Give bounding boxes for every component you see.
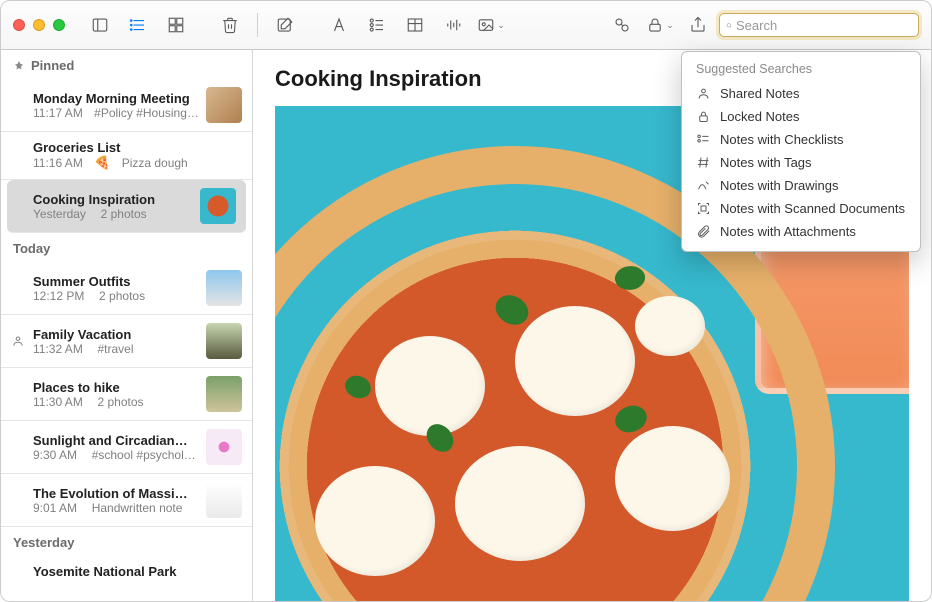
suggested-search-drawings[interactable]: Notes with Drawings (682, 174, 920, 197)
lock-note-button[interactable]: ⌄ (643, 12, 677, 38)
audio-button[interactable] (436, 12, 470, 38)
link-note-button[interactable] (605, 12, 639, 38)
dropdown-header: Suggested Searches (682, 58, 920, 82)
note-thumbnail (206, 429, 242, 465)
suggested-search-checklists[interactable]: Notes with Checklists (682, 128, 920, 151)
note-title: Sunlight and Circadian… (33, 433, 198, 448)
drawing-icon (696, 178, 711, 193)
attachment-icon (696, 224, 711, 239)
text-format-button[interactable] (322, 12, 356, 38)
pinned-label: Pinned (31, 58, 74, 73)
chevron-down-icon: ⌄ (497, 20, 505, 31)
list-view-button[interactable] (121, 12, 155, 38)
close-window-button[interactable] (13, 19, 25, 31)
tag-icon (696, 155, 711, 170)
notes-list-sidebar[interactable]: Pinned Monday Morning Meeting 11:17 AM #… (1, 50, 253, 601)
note-thumbnail (206, 323, 242, 359)
delete-note-button[interactable] (213, 12, 247, 38)
suggested-search-tags[interactable]: Notes with Tags (682, 151, 920, 174)
suggested-search-shared[interactable]: Shared Notes (682, 82, 920, 105)
note-title: The Evolution of Massi… (33, 486, 198, 501)
note-list-item[interactable]: Yosemite National Park (1, 556, 252, 587)
note-thumbnail (206, 270, 242, 306)
shared-icon (696, 86, 711, 101)
insert-media-button[interactable]: ⌄ (474, 12, 508, 38)
table-button[interactable] (398, 12, 432, 38)
window-controls (13, 19, 65, 31)
note-list-item[interactable]: The Evolution of Massi… 9:01 AM Handwrit… (1, 474, 252, 527)
note-list-item[interactable]: Sunlight and Circadian… 9:30 AM #school … (1, 421, 252, 474)
checklist-icon (696, 132, 711, 147)
today-section-header: Today (1, 233, 252, 262)
lock-icon (696, 109, 711, 124)
app-window: ⌄ ⌄ Pinned Monday Morning Meeting (0, 0, 932, 602)
pinned-section-header: Pinned (1, 50, 252, 79)
toolbar: ⌄ ⌄ (1, 1, 931, 50)
toggle-sidebar-button[interactable] (83, 12, 117, 38)
pizza-emoji-icon: 🍕 (94, 155, 110, 171)
suggested-search-locked[interactable]: Locked Notes (682, 105, 920, 128)
note-thumbnail (206, 87, 242, 123)
pin-icon (13, 60, 25, 72)
gallery-view-button[interactable] (159, 12, 193, 38)
share-button[interactable] (681, 12, 715, 38)
minimize-window-button[interactable] (33, 19, 45, 31)
shared-icon (11, 334, 25, 348)
search-input[interactable] (736, 18, 912, 33)
scan-icon (696, 201, 711, 216)
note-list-item[interactable]: Family Vacation 11:32 AM #travel (1, 315, 252, 368)
suggested-search-attachments[interactable]: Notes with Attachments (682, 220, 920, 243)
note-title: Cooking Inspiration (33, 192, 192, 207)
suggested-search-scanned[interactable]: Notes with Scanned Documents (682, 197, 920, 220)
search-icon (726, 19, 732, 32)
search-field[interactable] (719, 13, 919, 37)
note-list-item[interactable]: Places to hike 11:30 AM 2 photos (1, 368, 252, 421)
note-thumbnail (206, 482, 242, 518)
chevron-down-icon: ⌄ (666, 20, 674, 31)
checklist-button[interactable] (360, 12, 394, 38)
note-list-item-selected[interactable]: Cooking Inspiration Yesterday 2 photos (7, 180, 246, 233)
note-title: Places to hike (33, 380, 198, 395)
yesterday-section-header: Yesterday (1, 527, 252, 556)
note-thumbnail (200, 188, 236, 224)
note-title: Groceries List (33, 140, 242, 155)
note-list-item[interactable]: Summer Outfits 12:12 PM 2 photos (1, 262, 252, 315)
fullscreen-window-button[interactable] (53, 19, 65, 31)
note-list-item[interactable]: Monday Morning Meeting 11:17 AM #Policy … (1, 79, 252, 132)
note-title: Family Vacation (33, 327, 198, 342)
note-title: Yosemite National Park (33, 564, 242, 579)
note-title: Summer Outfits (33, 274, 198, 289)
new-note-button[interactable] (268, 12, 302, 38)
note-thumbnail (206, 376, 242, 412)
suggested-searches-dropdown: Suggested Searches Shared Notes Locked N… (681, 51, 921, 252)
note-title: Monday Morning Meeting (33, 91, 198, 106)
note-list-item[interactable]: Groceries List 11:16 AM 🍕 Pizza dough (1, 132, 252, 180)
